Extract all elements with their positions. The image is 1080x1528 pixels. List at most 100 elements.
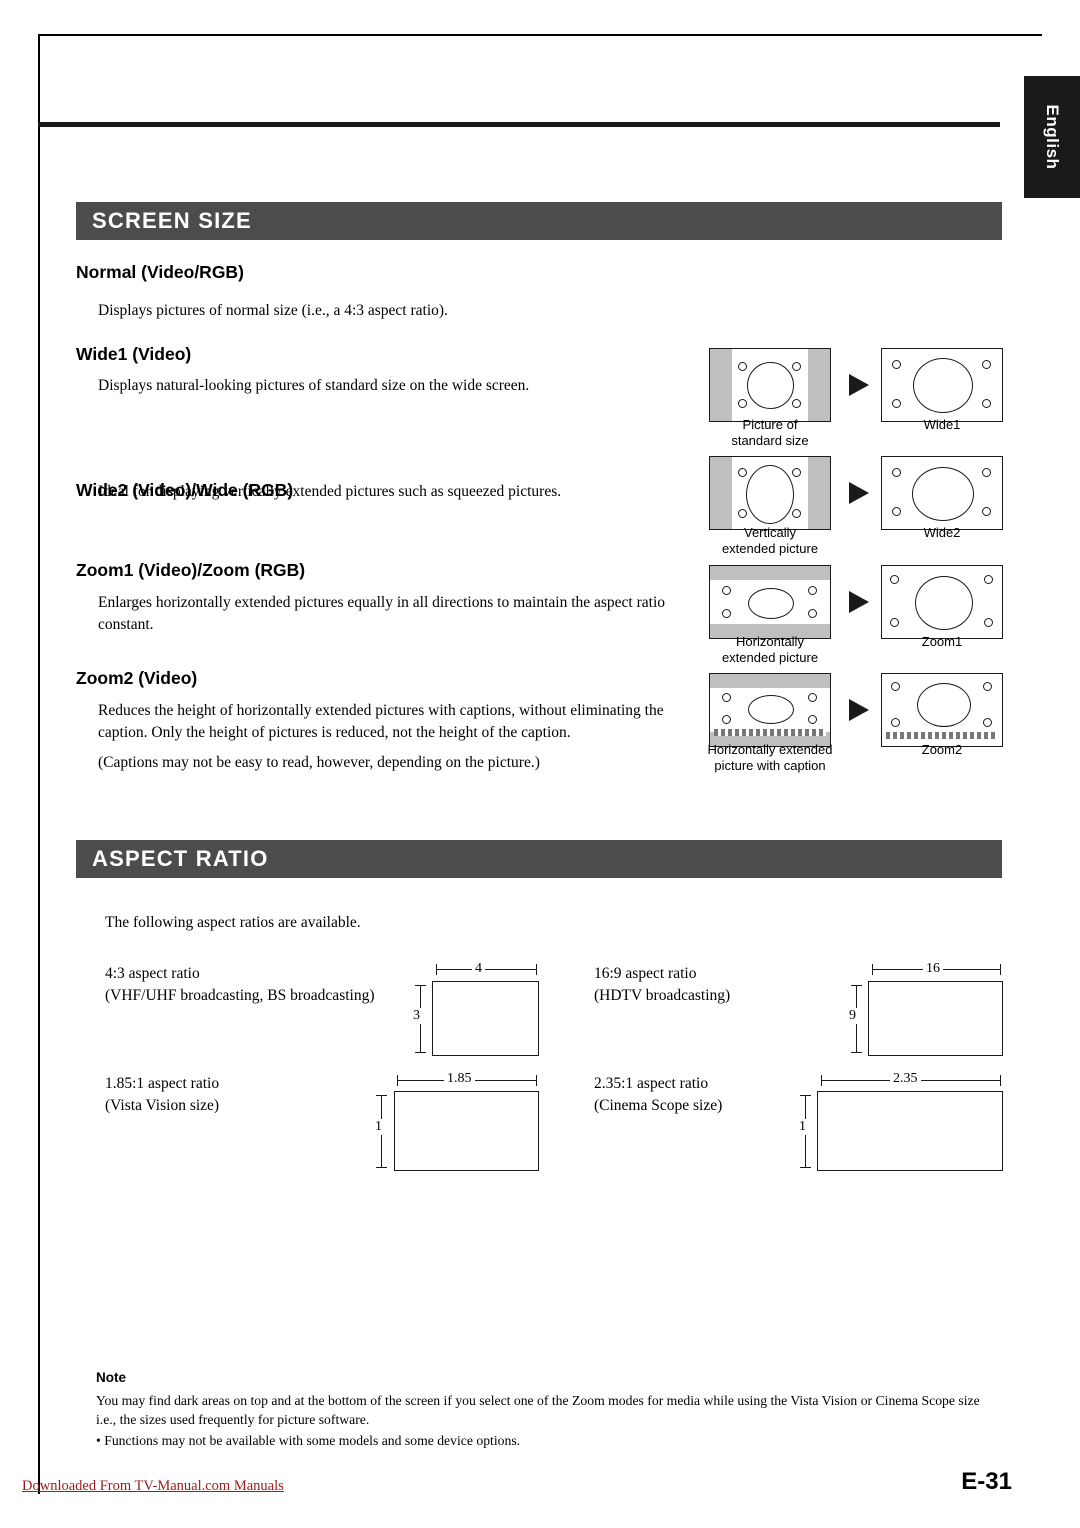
ellipse-shape bbox=[748, 588, 794, 619]
corner-dot bbox=[892, 399, 901, 408]
caption-result-wide1: Wide1 bbox=[923, 417, 961, 432]
aspect-label-169-line1: 16:9 aspect ratio bbox=[594, 965, 697, 982]
heading-zoom1: Zoom1 (Video)/Zoom (RGB) bbox=[76, 560, 306, 580]
aspect-label-185-line2: (Vista Vision size) bbox=[105, 1097, 220, 1114]
dim-tick bbox=[800, 1095, 811, 1097]
corner-dot bbox=[892, 507, 901, 516]
source-frame-horizontal-caption bbox=[709, 673, 831, 747]
note-body: You may find dark areas on top and at th… bbox=[96, 1393, 980, 1427]
corner-dot bbox=[982, 468, 991, 477]
caption-result-wide2: Wide2 bbox=[923, 525, 961, 540]
corner-dot bbox=[738, 468, 747, 477]
corner-dot bbox=[890, 575, 899, 584]
corner-dot bbox=[738, 399, 747, 408]
corner-dot bbox=[792, 468, 801, 477]
aspect-box-43 bbox=[432, 981, 539, 1056]
dim-tick bbox=[415, 1052, 426, 1054]
caption-source-horizontal-line2: extended picture bbox=[721, 650, 819, 665]
dim-value-235-width: 2.35 bbox=[890, 1071, 921, 1087]
corner-dot bbox=[891, 718, 900, 727]
corner-dot bbox=[983, 718, 992, 727]
dim-line-43-width bbox=[436, 969, 536, 971]
dim-tick bbox=[436, 964, 438, 975]
corner-dot bbox=[982, 399, 991, 408]
arrow-icon bbox=[849, 482, 869, 504]
aspect-box-169 bbox=[868, 981, 1003, 1056]
corner-dot bbox=[891, 682, 900, 691]
dim-tick bbox=[415, 985, 426, 987]
corner-dot bbox=[792, 362, 801, 371]
corner-dot bbox=[984, 618, 993, 627]
corner-dot bbox=[982, 507, 991, 516]
source-frame-standard bbox=[709, 348, 831, 422]
footer-download-link[interactable]: Downloaded From TV-Manual.com Manuals bbox=[22, 1478, 284, 1495]
page-left-rule bbox=[38, 34, 40, 1494]
pillarbox-right bbox=[808, 457, 830, 529]
circle-shape bbox=[913, 358, 973, 413]
corner-dot bbox=[722, 586, 731, 595]
caption-source-vertical-line1: Vertically bbox=[743, 525, 797, 540]
corner-dot bbox=[984, 575, 993, 584]
dim-tick bbox=[536, 964, 538, 975]
pillarbox-left bbox=[710, 349, 732, 421]
aspect-label-43-line1: 4:3 aspect ratio bbox=[105, 965, 200, 982]
corner-dot bbox=[722, 715, 731, 724]
corner-dot bbox=[792, 399, 801, 408]
aspect-box-235 bbox=[817, 1091, 1003, 1171]
section-heading-screen-size: SCREEN SIZE bbox=[76, 202, 1002, 240]
dim-value-43-height: 3 bbox=[410, 1008, 423, 1024]
caption-source-standard-line2: standard size bbox=[731, 433, 809, 448]
corner-dot bbox=[890, 618, 899, 627]
dim-value-43-width: 4 bbox=[472, 961, 485, 977]
dim-tick bbox=[376, 1095, 387, 1097]
dim-value-169-width: 16 bbox=[923, 961, 943, 977]
dim-tick bbox=[851, 985, 862, 987]
aspect-label-169-line2: (HDTV broadcasting) bbox=[594, 987, 731, 1004]
body-wide2: Ideal for displaying vertically extended… bbox=[98, 483, 562, 500]
language-side-tab-label: English bbox=[1043, 104, 1062, 170]
body-wide1: Displays natural-looking pictures of sta… bbox=[98, 377, 530, 394]
dim-tick bbox=[1000, 1075, 1002, 1086]
section-heading-aspect-ratio: ASPECT RATIO bbox=[76, 840, 1002, 878]
dim-tick bbox=[821, 1075, 823, 1086]
arrow-icon bbox=[849, 374, 869, 396]
corner-dot bbox=[892, 360, 901, 369]
dim-value-169-height: 9 bbox=[846, 1008, 859, 1024]
corner-dot bbox=[808, 715, 817, 724]
corner-dot bbox=[892, 468, 901, 477]
body-normal: Displays pictures of normal size (i.e., … bbox=[98, 302, 448, 319]
caption-source-vertical-line2: extended picture bbox=[721, 541, 819, 556]
dim-tick bbox=[397, 1075, 399, 1086]
heading-normal: Normal (Video/RGB) bbox=[76, 262, 244, 282]
source-frame-vertical bbox=[709, 456, 831, 530]
arrow-icon bbox=[849, 699, 869, 721]
letterbox-top bbox=[710, 674, 830, 688]
aspect-ratio-intro: The following aspect ratios are availabl… bbox=[105, 914, 361, 931]
dim-tick bbox=[872, 964, 874, 975]
caption-text-strip bbox=[714, 729, 826, 736]
ellipse-shape bbox=[917, 683, 971, 727]
dim-tick bbox=[536, 1075, 538, 1086]
corner-dot bbox=[722, 693, 731, 702]
body-zoom2-note: (Captions may not be easy to read, howev… bbox=[98, 754, 540, 771]
circle-shape bbox=[747, 362, 794, 409]
result-frame-zoom1 bbox=[881, 565, 1003, 639]
dim-tick bbox=[376, 1167, 387, 1169]
corner-dot bbox=[808, 609, 817, 618]
body-zoom1: Enlarges horizontally extended pictures … bbox=[98, 594, 666, 633]
corner-dot bbox=[982, 360, 991, 369]
page-number: E-31 bbox=[961, 1468, 1012, 1495]
result-frame-wide1 bbox=[881, 348, 1003, 422]
dim-value-185-height: 1 bbox=[372, 1119, 385, 1135]
letterbox-top bbox=[710, 566, 830, 580]
circle-shape bbox=[915, 576, 973, 630]
note-title: Note bbox=[96, 1370, 126, 1385]
heading-wide1: Wide1 (Video) bbox=[76, 344, 192, 364]
page-top-rule bbox=[38, 34, 1042, 36]
pillarbox-right bbox=[808, 349, 830, 421]
corner-dot bbox=[738, 509, 747, 518]
corner-dot bbox=[722, 609, 731, 618]
source-frame-horizontal bbox=[709, 565, 831, 639]
caption-source-horizontal-caption-line2: picture with caption bbox=[714, 758, 826, 773]
caption-result-zoom2: Zoom2 bbox=[921, 742, 963, 757]
